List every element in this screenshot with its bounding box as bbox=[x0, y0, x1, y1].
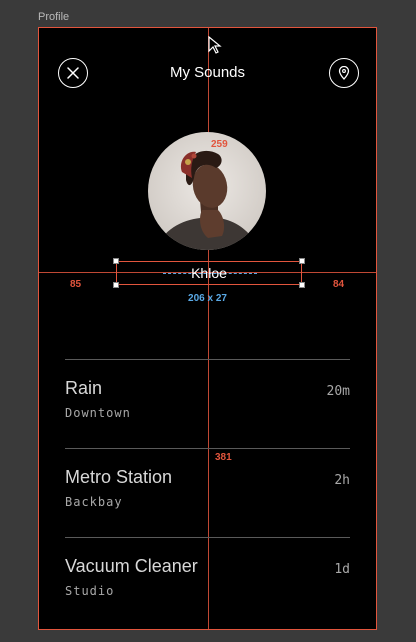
cursor-icon bbox=[208, 36, 222, 54]
selection-size-label: 206 x 27 bbox=[188, 293, 227, 304]
right-spacing-label: 84 bbox=[333, 279, 345, 290]
sound-location: Studio bbox=[65, 584, 115, 598]
vertical-guide bbox=[208, 28, 209, 629]
sound-title: Vacuum Cleaner bbox=[65, 556, 198, 576]
profile-name[interactable]: Khloe bbox=[117, 265, 301, 281]
sound-title: Rain bbox=[65, 378, 103, 398]
sound-duration: 20m bbox=[326, 384, 350, 399]
resize-handle-top-right[interactable] bbox=[299, 258, 305, 264]
sound-duration: 2h bbox=[334, 473, 350, 488]
avatar-photo bbox=[148, 132, 266, 250]
design-canvas: Profile My Sounds 259 85 84 Khloe 206 x … bbox=[0, 0, 416, 642]
left-spacing-label: 85 bbox=[70, 279, 82, 290]
resize-handle-top-left[interactable] bbox=[113, 258, 119, 264]
artboard-profile[interactable]: My Sounds 259 85 84 Khloe 206 x 27 Rain … bbox=[38, 27, 377, 630]
avatar-distance-label: 259 bbox=[211, 139, 228, 150]
sound-title: Metro Station bbox=[65, 467, 173, 487]
sound-location: Downtown bbox=[65, 406, 131, 420]
list-divider bbox=[65, 359, 350, 360]
resize-handle-bottom-left[interactable] bbox=[113, 282, 119, 288]
list-divider bbox=[65, 448, 350, 449]
page-title: My Sounds bbox=[169, 64, 246, 81]
list-divider bbox=[65, 537, 350, 538]
frame-label[interactable]: Profile bbox=[38, 11, 69, 23]
map-pin-icon bbox=[338, 66, 350, 80]
avatar[interactable] bbox=[148, 132, 266, 250]
list-distance-label: 381 bbox=[215, 452, 232, 463]
sound-location: Backbay bbox=[65, 495, 123, 509]
location-button[interactable] bbox=[329, 58, 359, 88]
resize-handle-bottom-right[interactable] bbox=[299, 282, 305, 288]
sound-duration: 1d bbox=[334, 562, 350, 577]
name-selection-box[interactable]: Khloe bbox=[113, 258, 305, 288]
